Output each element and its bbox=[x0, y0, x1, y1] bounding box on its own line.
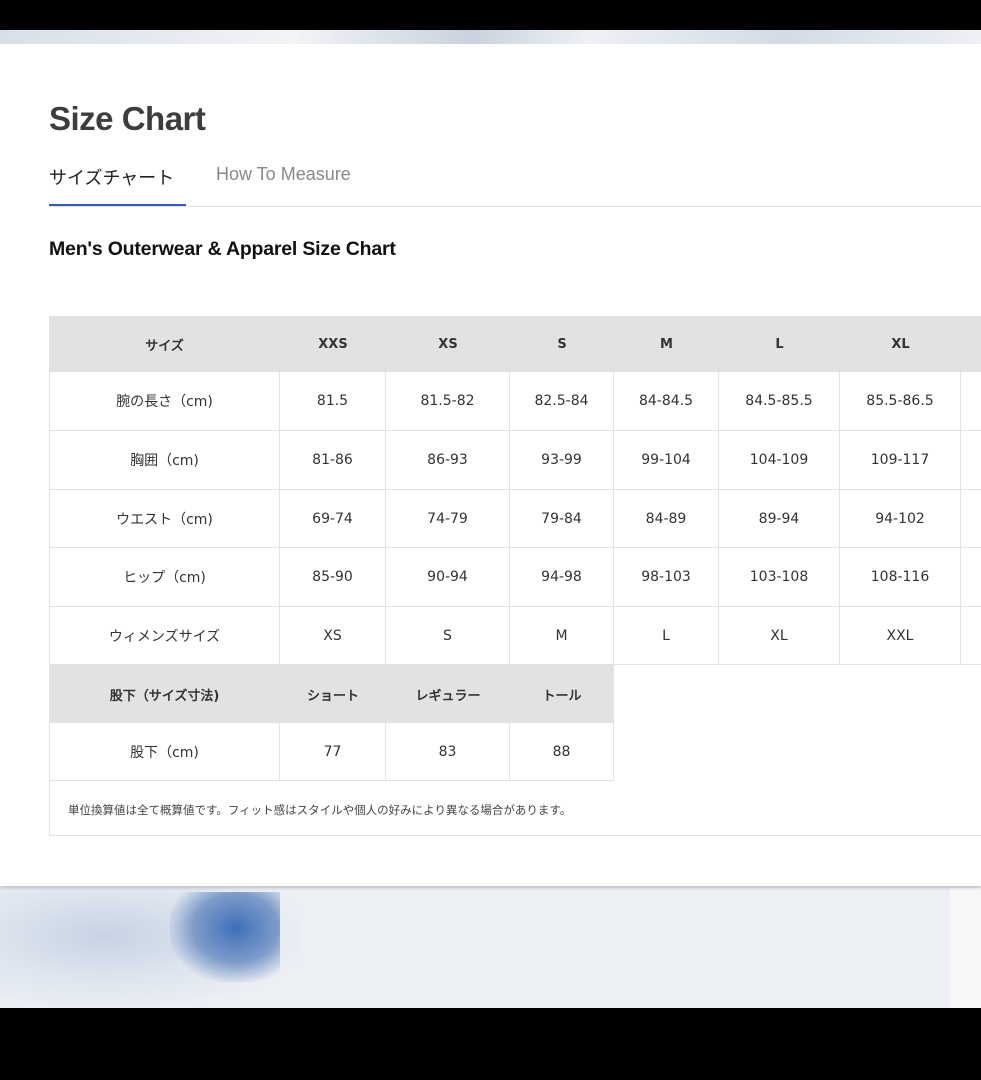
row-label-womens-size: ウィメンズサイズ bbox=[49, 607, 280, 665]
header-cell-s: S bbox=[510, 316, 614, 372]
table-cell: L bbox=[614, 607, 719, 665]
table-row: ウエスト（cm) 69-74 74-79 79-84 84-89 89-94 9… bbox=[49, 490, 981, 548]
table-cell: M bbox=[510, 607, 614, 665]
header-cell-xs: XS bbox=[386, 316, 510, 372]
table-cell-overflow bbox=[961, 607, 981, 665]
table-cell: 79-84 bbox=[510, 490, 614, 548]
row-label-inseam: 股下（cm) bbox=[49, 723, 280, 781]
table-cell: 88 bbox=[510, 723, 614, 781]
table-cell: 93-99 bbox=[510, 431, 614, 490]
table-cell: 90-94 bbox=[386, 548, 510, 607]
row-label-chest: 胸囲（cm) bbox=[49, 431, 280, 490]
table-cell: 77 bbox=[280, 723, 386, 781]
table-row: 胸囲（cm) 81-86 86-93 93-99 99-104 104-109 … bbox=[49, 431, 981, 490]
header-cell-inseam-size: 股下（サイズ寸法) bbox=[49, 665, 280, 723]
row-label-arm-length: 腕の長さ（cm) bbox=[49, 372, 280, 431]
table-cell: 82.5-84 bbox=[510, 372, 614, 431]
table-cell: XL bbox=[719, 607, 840, 665]
tab-divider bbox=[49, 206, 981, 207]
table-row: 股下（cm) 77 83 88 bbox=[49, 723, 614, 781]
table-cell: 81-86 bbox=[280, 431, 386, 490]
table-row: 腕の長さ（cm) 81.5 81.5-82 82.5-84 84-84.5 84… bbox=[49, 372, 981, 431]
header-cell-xxs: XXS bbox=[280, 316, 386, 372]
row-label-hip: ヒップ（cm) bbox=[49, 548, 280, 607]
size-chart-note: 単位換算値は全て概算値です。フィット感はスタイルや個人の好みにより異なる場合があ… bbox=[49, 780, 981, 836]
table-cell-overflow bbox=[961, 548, 981, 607]
tab-how-to-measure[interactable]: How To Measure bbox=[216, 164, 351, 185]
size-table: サイズ XXS XS S M L XL 腕の長さ（cm) 81.5 81.5-8… bbox=[49, 316, 981, 838]
table-cell: 69-74 bbox=[280, 490, 386, 548]
table-cell: 89-94 bbox=[719, 490, 840, 548]
table-cell: 108-116 bbox=[840, 548, 961, 607]
table-cell: S bbox=[386, 607, 510, 665]
table-cell: XS bbox=[280, 607, 386, 665]
bottom-black-bar bbox=[0, 1008, 981, 1080]
size-chart-panel: Size Chart サイズチャート How To Measure Men's … bbox=[0, 44, 981, 886]
header-cell-regular: レギュラー bbox=[386, 665, 510, 723]
table-cell: 84.5-85.5 bbox=[719, 372, 840, 431]
table-cell: 104-109 bbox=[719, 431, 840, 490]
page-title: Size Chart bbox=[49, 100, 206, 137]
table-cell: 109-117 bbox=[840, 431, 961, 490]
table-cell: 98-103 bbox=[614, 548, 719, 607]
table-cell: 94-98 bbox=[510, 548, 614, 607]
table-cell: 84-84.5 bbox=[614, 372, 719, 431]
table-row: ヒップ（cm) 85-90 90-94 94-98 98-103 103-108… bbox=[49, 548, 981, 607]
header-cell-short: ショート bbox=[280, 665, 386, 723]
table-cell: 85.5-86.5 bbox=[840, 372, 961, 431]
background-light-strip bbox=[950, 888, 981, 1008]
table-cell: 84-89 bbox=[614, 490, 719, 548]
table-cell: XXL bbox=[840, 607, 961, 665]
background-snowboarder bbox=[170, 892, 280, 982]
table-cell-overflow bbox=[961, 372, 981, 431]
table-header-row: サイズ XXS XS S M L XL bbox=[49, 316, 981, 372]
header-cell-l: L bbox=[719, 316, 840, 372]
table-cell-overflow bbox=[961, 490, 981, 548]
table-cell: 103-108 bbox=[719, 548, 840, 607]
table-cell: 81.5-82 bbox=[386, 372, 510, 431]
table-cell: 81.5 bbox=[280, 372, 386, 431]
header-cell-m: M bbox=[614, 316, 719, 372]
table-cell: 83 bbox=[386, 723, 510, 781]
table-cell: 86-93 bbox=[386, 431, 510, 490]
row-label-waist: ウエスト（cm) bbox=[49, 490, 280, 548]
table-cell: 74-79 bbox=[386, 490, 510, 548]
tab-size-chart[interactable]: サイズチャート bbox=[49, 164, 174, 190]
top-black-bar bbox=[0, 0, 981, 30]
inseam-header-row: 股下（サイズ寸法) ショート レギュラー トール bbox=[49, 665, 614, 723]
header-cell-tall: トール bbox=[510, 665, 614, 723]
chart-subtitle: Men's Outerwear & Apparel Size Chart bbox=[49, 238, 396, 260]
header-cell-xl: XL bbox=[840, 316, 961, 372]
table-cell-overflow bbox=[961, 431, 981, 490]
header-cell-size: サイズ bbox=[49, 316, 280, 372]
table-row: ウィメンズサイズ XS S M L XL XXL bbox=[49, 607, 981, 665]
header-cell-overflow bbox=[961, 316, 981, 372]
table-cell: 94-102 bbox=[840, 490, 961, 548]
table-cell: 99-104 bbox=[614, 431, 719, 490]
table-cell: 85-90 bbox=[280, 548, 386, 607]
